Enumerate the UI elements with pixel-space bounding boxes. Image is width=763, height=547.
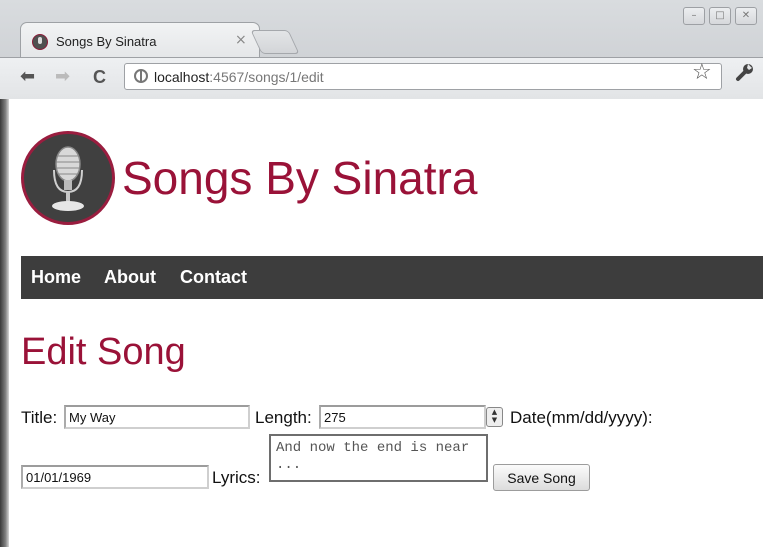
bookmark-star-icon[interactable]: ☆ <box>692 61 712 85</box>
wrench-icon[interactable] <box>735 62 755 87</box>
site-title: Songs By Sinatra <box>122 152 478 204</box>
browser-chrome: Songs By Sinatra × – □ ✕ ⬅ ➡ C localhost… <box>0 0 763 99</box>
title-label: Title: <box>21 408 58 427</box>
nav-contact-link[interactable]: Contact <box>180 267 247 288</box>
close-window-icon[interactable]: ✕ <box>735 7 757 25</box>
title-field[interactable] <box>64 405 250 429</box>
page-heading: Edit Song <box>21 331 186 373</box>
reload-icon[interactable]: C <box>93 67 106 87</box>
logo-microphone-icon <box>21 131 115 225</box>
address-bar[interactable]: localhost:4567/songs/1/edit <box>124 63 722 90</box>
nav-about-link[interactable]: About <box>104 267 156 288</box>
save-song-button[interactable]: Save Song <box>493 464 590 491</box>
page-left-shadow <box>0 99 9 547</box>
browser-tab[interactable]: Songs By Sinatra × <box>20 22 260 59</box>
globe-icon <box>134 69 148 83</box>
tab-close-icon[interactable]: × <box>235 32 247 48</box>
lyrics-label: Lyrics: <box>212 468 261 487</box>
date-field[interactable] <box>21 465 209 489</box>
favicon-microphone-icon <box>32 34 48 50</box>
lyrics-textarea[interactable]: And now the end is near ... <box>269 434 488 482</box>
back-arrow-icon[interactable]: ⬅ <box>20 67 35 87</box>
minimize-icon[interactable]: – <box>683 7 705 25</box>
forward-arrow-icon[interactable]: ➡ <box>55 67 70 87</box>
nav-home-link[interactable]: Home <box>31 267 81 288</box>
url-text: localhost:4567/songs/1/edit <box>154 69 324 85</box>
length-stepper-icon[interactable]: ▲ ▼ <box>486 407 503 427</box>
tab-title: Songs By Sinatra <box>56 34 157 49</box>
main-nav: Home About Contact <box>21 256 763 299</box>
browser-toolbar: ⬅ ➡ C localhost:4567/songs/1/edit <box>0 57 763 99</box>
maximize-icon[interactable]: □ <box>709 7 731 25</box>
date-label: Date(mm/dd/yyyy): <box>510 408 653 427</box>
length-label: Length: <box>255 408 312 427</box>
length-field[interactable] <box>319 405 486 429</box>
